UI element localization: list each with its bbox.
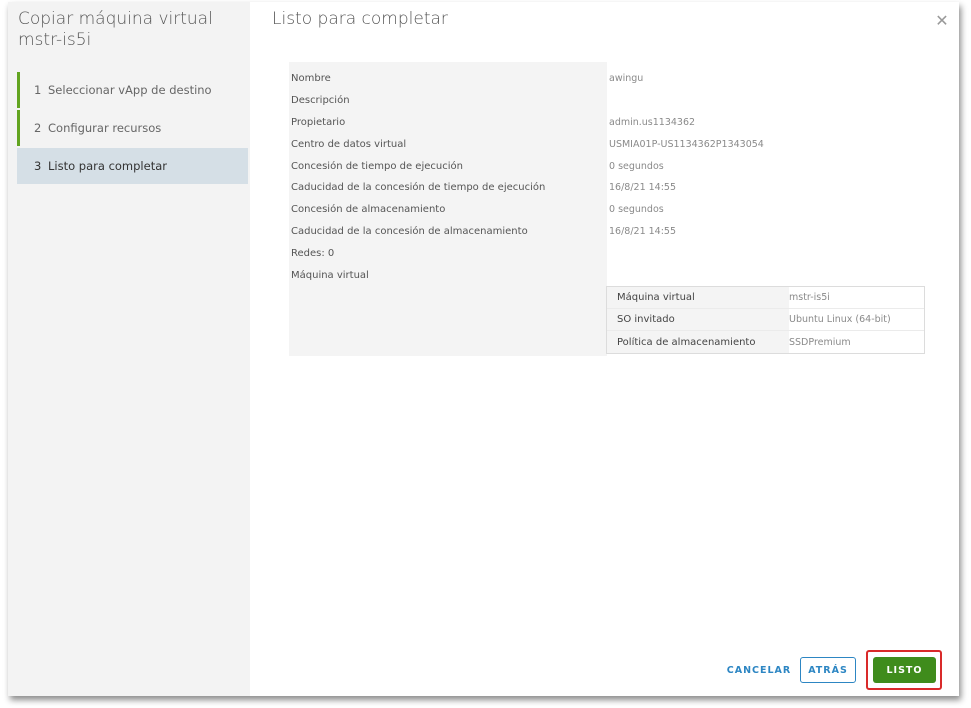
step-label: Configurar recursos: [48, 121, 162, 135]
row-value: USMIA01P-US1134362P1343054: [609, 138, 764, 150]
summary-row-owner: Propietario admin.us1134362: [291, 112, 931, 134]
wizard-step-2[interactable]: 2 Configurar recursos: [17, 110, 248, 146]
copy-vm-dialog: Copiar máquina virtual mstr-is5i 1 Selec…: [8, 2, 959, 696]
done-button[interactable]: LISTO: [873, 657, 936, 683]
step-label: Listo para completar: [48, 159, 167, 173]
vm-details-table: Máquina virtual mstr-is5i SO invitado Ub…: [606, 286, 925, 354]
row-value: awingu: [609, 73, 644, 85]
vm-key: Máquina virtual: [607, 287, 789, 308]
vm-value: SSDPremium: [789, 336, 851, 348]
summary-row-description: Descripción: [291, 90, 931, 112]
summary-row-vdc: Centro de datos virtual USMIA01P-US11343…: [291, 133, 931, 155]
summary-row-storage-lease: Concesión de almacenamiento 0 segundos: [291, 199, 931, 221]
table-row: Máquina virtual mstr-is5i: [607, 287, 924, 309]
summary-row-storage-expiry: Caducidad de la concesión de almacenamie…: [291, 221, 931, 243]
step-number: 3: [34, 159, 42, 173]
row-value: 0 segundos: [609, 204, 664, 216]
summary-row-networks: Redes: 0: [291, 242, 931, 264]
row-key: Redes: 0: [291, 247, 335, 259]
vm-key: Política de almacenamiento: [607, 331, 789, 353]
row-key: Descripción: [291, 95, 350, 107]
wizard-sidebar: Copiar máquina virtual mstr-is5i 1 Selec…: [8, 2, 250, 696]
summary-row-runtime-expiry: Caducidad de la concesión de tiempo de e…: [291, 177, 931, 199]
row-key: Nombre: [291, 73, 331, 85]
vm-value: Ubuntu Linux (64-bit): [789, 314, 891, 325]
row-value: 0 segundos: [609, 160, 664, 172]
row-value: admin.us1134362: [609, 116, 696, 128]
cancel-button[interactable]: CANCELAR: [719, 657, 799, 683]
page-title: Listo para completar: [272, 9, 448, 29]
step-label: Seleccionar vApp de destino: [48, 83, 212, 97]
wizard-title: Copiar máquina virtual mstr-is5i: [18, 9, 213, 50]
table-row: SO invitado Ubuntu Linux (64-bit): [607, 309, 924, 331]
vm-value: mstr-is5i: [789, 292, 830, 303]
back-button[interactable]: ATRÁS: [800, 657, 856, 683]
table-row: Política de almacenamiento SSDPremium: [607, 331, 924, 353]
row-key: Concesión de almacenamiento: [291, 204, 446, 216]
summary-row-name: Nombre awingu: [291, 68, 931, 90]
row-value: 16/8/21 14:55: [609, 225, 677, 237]
summary-list: Nombre awingu Descripción Propietario ad…: [291, 68, 931, 286]
row-value: 16/8/21 14:55: [609, 182, 677, 194]
close-icon[interactable]: ✕: [933, 12, 951, 30]
wizard-step-3[interactable]: 3 Listo para completar: [17, 148, 248, 184]
step-number: 2: [34, 121, 42, 135]
step-complete-bar: [17, 110, 20, 146]
wizard-step-1[interactable]: 1 Seleccionar vApp de destino: [17, 72, 248, 108]
step-number: 1: [34, 83, 42, 97]
vm-key: SO invitado: [607, 309, 789, 330]
row-key: Caducidad de la concesión de almacenamie…: [291, 225, 528, 237]
summary-row-vm: Máquina virtual: [291, 264, 931, 286]
row-key: Concesión de tiempo de ejecución: [291, 160, 463, 172]
row-key: Máquina virtual: [291, 269, 369, 281]
row-key: Propietario: [291, 116, 346, 128]
wizard-steps: 1 Seleccionar vApp de destino 2 Configur…: [17, 72, 248, 186]
summary-row-runtime-lease: Concesión de tiempo de ejecución 0 segun…: [291, 155, 931, 177]
step-complete-bar: [17, 72, 20, 108]
row-key: Caducidad de la concesión de tiempo de e…: [291, 182, 546, 194]
row-key: Centro de datos virtual: [291, 138, 407, 150]
